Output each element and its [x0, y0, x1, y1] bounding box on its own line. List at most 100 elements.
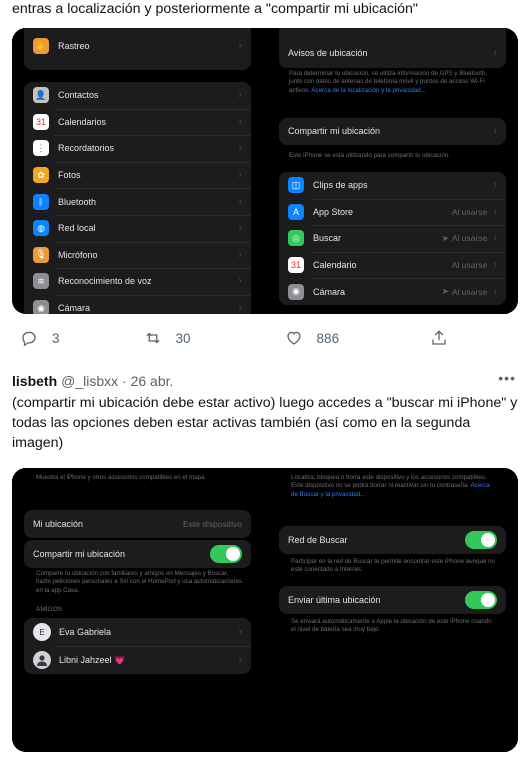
- calendar-icon: 31: [33, 113, 49, 130]
- chevron-right-icon: ›: [238, 275, 242, 288]
- globe-icon: ◍: [33, 220, 49, 237]
- settings-group: ◫ Clips de apps › A App Store Al usarse › ◎ Busc…: [279, 172, 506, 305]
- screenshot-find-my-sharing: Muestra el iPhone y otros accesorios com…: [12, 468, 263, 752]
- chevron-right-icon: ›: [238, 302, 242, 314]
- find-my-icon: ◎: [288, 230, 304, 247]
- tweet-header: lisbeth @_lisbxx · 26 abr. •••: [12, 370, 518, 390]
- location-arrow-icon: ➤: [441, 232, 449, 243]
- sharing-note: Este iPhone se está utilizando para comp…: [289, 152, 450, 159]
- tweet-actions: 3 30 886: [12, 328, 518, 348]
- author-name[interactable]: lisbeth: [12, 373, 57, 389]
- calendar-app-icon: 31: [288, 257, 304, 274]
- settings-row[interactable]: ≋ Reconocimiento de voz ›: [24, 268, 251, 295]
- chevron-right-icon: ›: [493, 179, 497, 192]
- settings-group: Compartir mi ubicación ›: [279, 118, 506, 145]
- chevron-right-icon: ›: [238, 115, 242, 128]
- tweet-media-1[interactable]: ✋ Rastreo › 👤 Contactos › 31 Calendarios › ⋮ Re…: [12, 28, 518, 314]
- author-handle[interactable]: @_lisbxx · 26 abr.: [61, 373, 173, 389]
- settings-group: Mi ubicación Este dispositivo: [24, 510, 251, 538]
- battery-note: Se enviará automáticamente a Apple la ub…: [291, 618, 492, 634]
- chevron-right-icon: ›: [493, 47, 497, 59]
- reply-icon: [22, 331, 36, 347]
- settings-row[interactable]: 31 Calendarios ›: [24, 108, 251, 136]
- hand-icon: ✋: [33, 38, 49, 54]
- chevron-right-icon: ›: [493, 285, 497, 298]
- map-note: Muestra el iPhone y otros accesorios com…: [36, 474, 207, 481]
- app-store-icon: A: [288, 203, 304, 220]
- friend-row[interactable]: Libni Jahzeel 💗 ›: [24, 646, 251, 674]
- chevron-right-icon: ›: [493, 232, 497, 245]
- chevron-right-icon: ›: [493, 205, 497, 218]
- screenshot-privacy-list: ✋ Rastreo › 👤 Contactos › 31 Calendarios › ⋮ Re…: [12, 28, 263, 314]
- friend-row[interactable]: E Eva Gabriela ›: [24, 618, 251, 646]
- chevron-right-icon: ›: [238, 626, 242, 638]
- settings-row-red-buscar[interactable]: Red de Buscar: [279, 526, 506, 554]
- chevron-right-icon: ›: [238, 248, 242, 261]
- settings-row[interactable]: ᛒ Bluetooth ›: [24, 188, 251, 215]
- microphone-icon: 🎙: [33, 246, 49, 263]
- screenshot-find-my-iphone: Localiza, bloquea o borra este dispositi…: [267, 468, 518, 752]
- chevron-right-icon: ›: [493, 125, 497, 138]
- privacy-link[interactable]: Acerca de la localización y la privacida…: [311, 87, 426, 94]
- reply-button[interactable]: 3: [20, 329, 60, 347]
- settings-row-app[interactable]: ◉ Cámara ➤ Al usarse ›: [279, 278, 506, 305]
- share-button[interactable]: [430, 329, 448, 347]
- share-location-toggle[interactable]: [210, 545, 242, 563]
- voice-icon: ≋: [33, 273, 49, 290]
- camera-app-icon: ◉: [288, 283, 304, 300]
- sharing-note: Comparte tu ubicación con familiares y a…: [36, 570, 243, 594]
- settings-row[interactable]: ⋮ Recordatorios ›: [24, 135, 251, 162]
- bluetooth-icon: ᛒ: [33, 193, 49, 210]
- settings-row-compartir[interactable]: Compartir mi ubicación ›: [279, 118, 506, 145]
- settings-group: Enviar última ubicación: [279, 586, 506, 614]
- settings-row-rastreo[interactable]: ✋ Rastreo ›: [24, 28, 251, 70]
- settings-row-compartir[interactable]: Compartir mi ubicación: [24, 540, 251, 568]
- settings-group: Compartir mi ubicación: [24, 540, 251, 568]
- settings-row[interactable]: ◍ Red local ›: [24, 214, 251, 242]
- chevron-right-icon: ›: [238, 169, 242, 182]
- like-button[interactable]: 886: [285, 329, 339, 347]
- friends-list: E Eva Gabriela › Libni Jahzeel 💗 ›: [24, 618, 251, 674]
- more-options-icon[interactable]: •••: [498, 370, 516, 386]
- settings-group: Red de Buscar: [279, 526, 506, 554]
- retweet-icon: [146, 332, 159, 344]
- settings-row[interactable]: ✿ Fotos ›: [24, 161, 251, 189]
- avatar: E: [33, 623, 51, 641]
- screenshot-location-services: Avisos de ubicación › Para determinar tu…: [267, 28, 518, 314]
- settings-row-app[interactable]: A App Store Al usarse ›: [279, 198, 506, 226]
- chevron-right-icon: ›: [238, 654, 242, 666]
- settings-row-app[interactable]: ◎ Buscar ➤ Al usarse ›: [279, 225, 506, 252]
- settings-group: ✋ Rastreo ›: [24, 28, 251, 70]
- settings-group: Avisos de ubicación ›: [279, 28, 506, 68]
- chevron-right-icon: ›: [238, 40, 242, 52]
- retweet-button[interactable]: 30: [144, 329, 191, 347]
- chevron-right-icon: ›: [238, 222, 242, 235]
- camera-icon: ◉: [33, 300, 49, 314]
- settings-group: 👤 Contactos › 31 Calendarios › ⋮ Recordatorios ›…: [24, 82, 251, 314]
- settings-row-enviar[interactable]: Enviar última ubicación: [279, 586, 506, 614]
- settings-row-app[interactable]: ◫ Clips de apps ›: [279, 172, 506, 199]
- settings-row-app[interactable]: 31 Calendario Al usarse ›: [279, 251, 506, 279]
- settings-row-mi-ubicacion[interactable]: Mi ubicación Este dispositivo: [24, 510, 251, 538]
- chevron-right-icon: ›: [493, 259, 497, 272]
- find-my-note: Localiza, bloquea o borra este dispositi…: [291, 474, 490, 498]
- settings-row[interactable]: 👤 Contactos ›: [24, 82, 251, 109]
- chevron-right-icon: ›: [238, 89, 242, 102]
- tweet-media-2[interactable]: Muestra el iPhone y otros accesorios com…: [12, 468, 518, 752]
- photos-icon: ✿: [33, 167, 49, 184]
- tweet-text: (compartir mi ubicación debe estar activ…: [12, 395, 518, 451]
- location-arrow-icon: ➤: [441, 286, 449, 297]
- settings-row-avisos[interactable]: Avisos de ubicación ›: [279, 28, 506, 68]
- find-my-network-toggle[interactable]: [465, 531, 497, 549]
- tweet-text: entras a localización y posteriormente a…: [12, 1, 418, 17]
- app-clips-icon: ◫: [288, 177, 304, 194]
- reminders-icon: ⋮: [33, 140, 49, 157]
- settings-row[interactable]: 🎙 Micrófono ›: [24, 241, 251, 269]
- settings-row[interactable]: ◉ Cámara ›: [24, 294, 251, 314]
- send-last-location-toggle[interactable]: [465, 591, 497, 609]
- contacts-icon: 👤: [33, 87, 49, 104]
- share-icon: [432, 330, 446, 345]
- heart-icon: [286, 331, 301, 345]
- network-note: Participar en la red de Buscar te permit…: [291, 558, 495, 574]
- friends-heading: AMIGOS: [36, 606, 63, 613]
